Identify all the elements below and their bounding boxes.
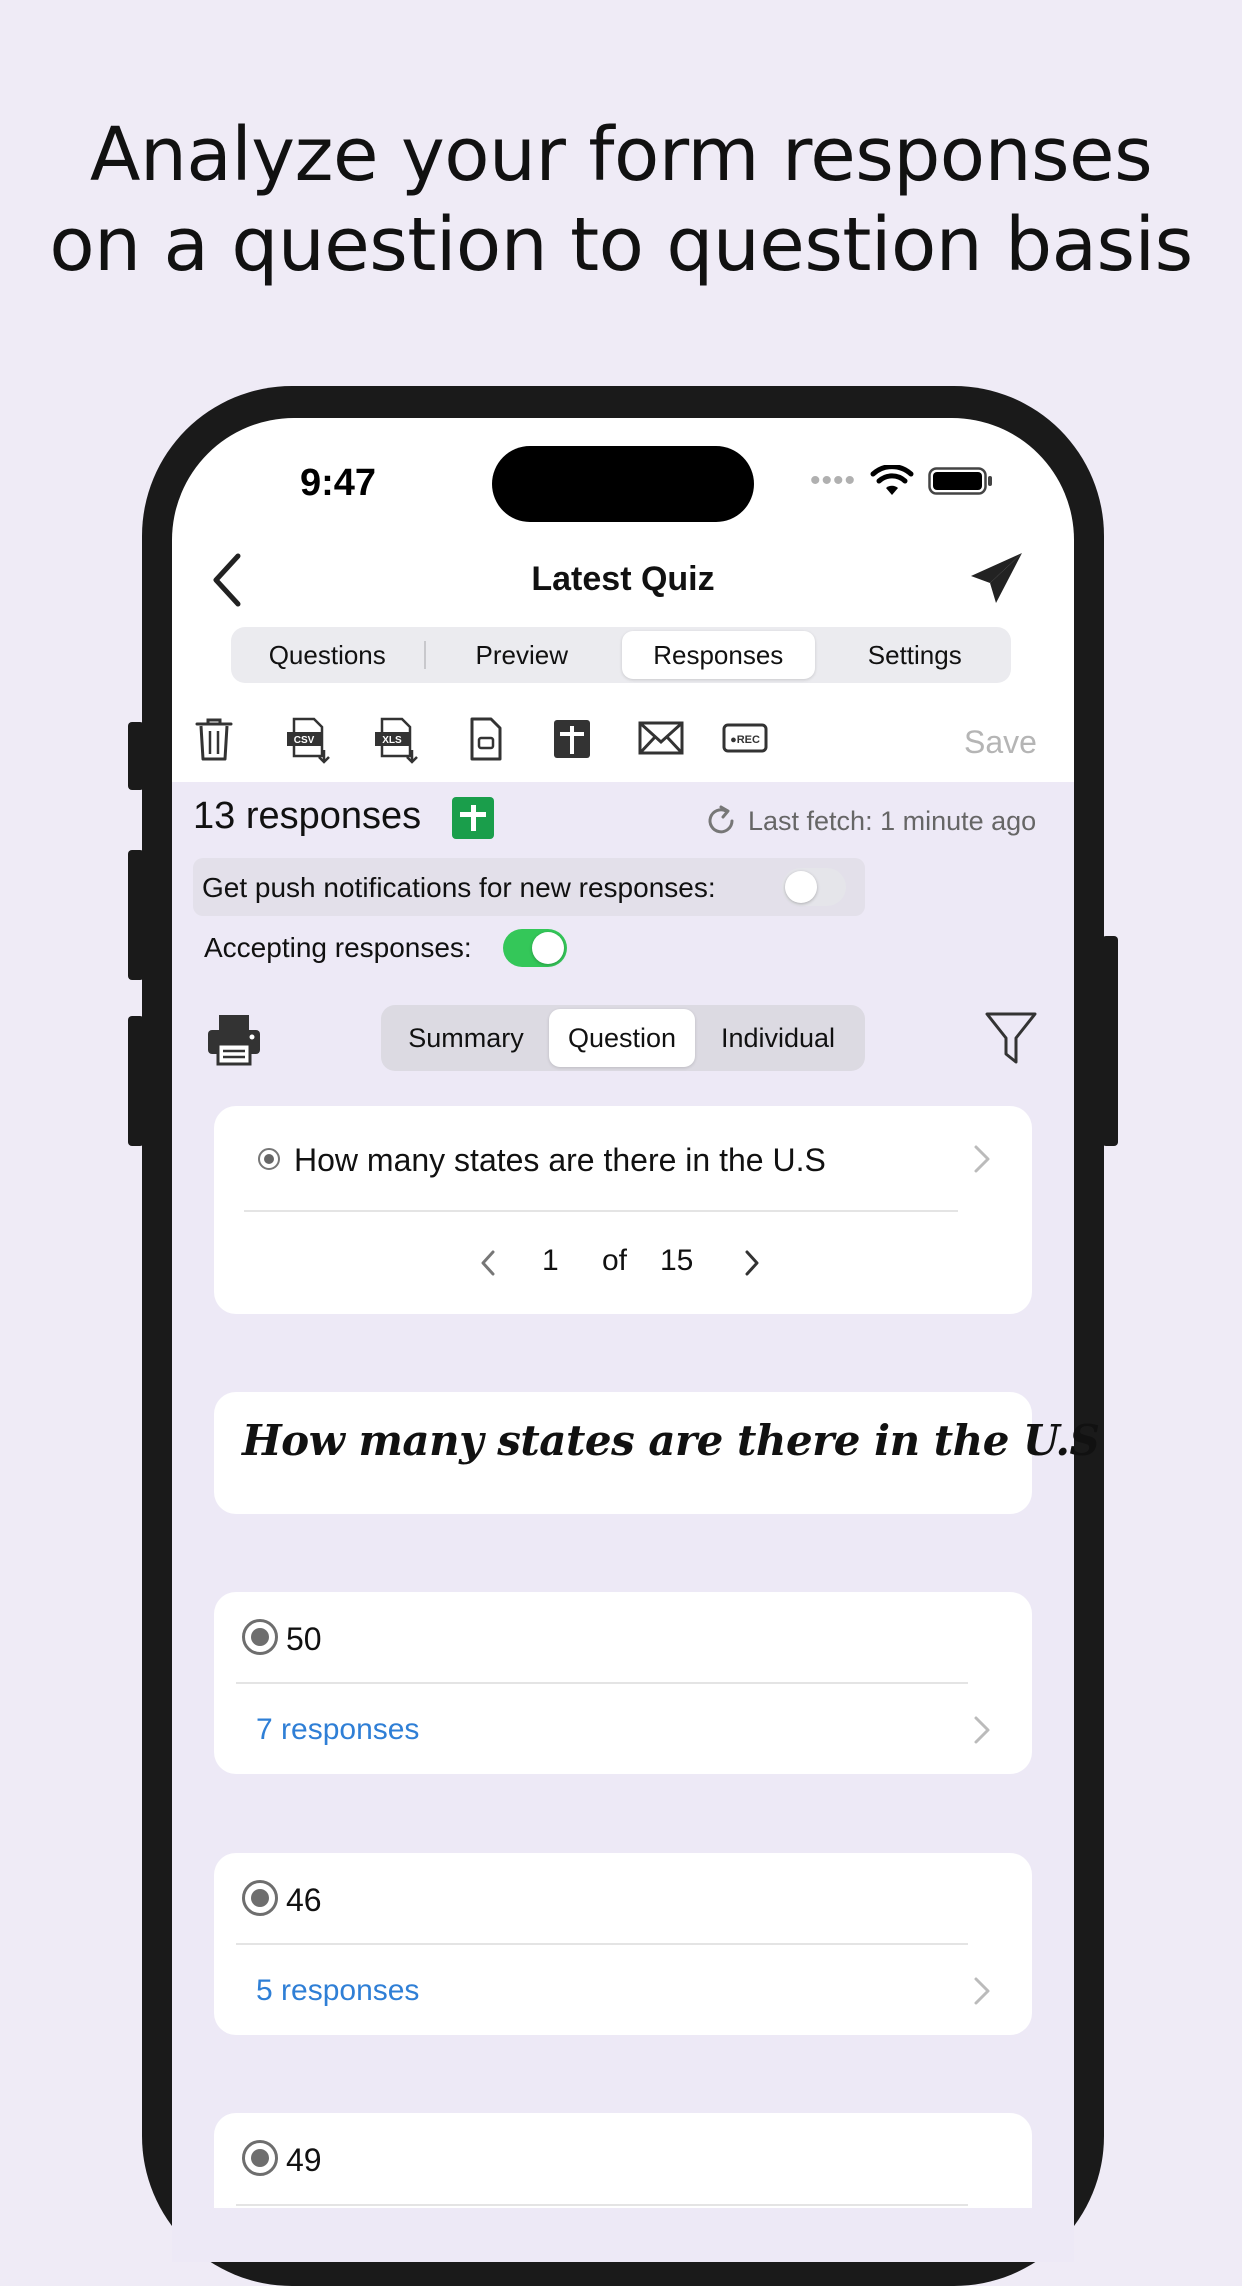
sheets-icon[interactable] bbox=[552, 716, 592, 762]
option-divider bbox=[236, 1943, 968, 1945]
top-tabs: Questions Preview Responses Settings bbox=[231, 627, 1011, 683]
csv-export-icon[interactable]: CSV bbox=[286, 716, 332, 764]
toggle-knob bbox=[532, 932, 564, 964]
xls-export-icon[interactable]: XLS bbox=[374, 716, 420, 764]
tab-settings[interactable]: Settings bbox=[819, 631, 1012, 679]
responses-toolbar: CSV XLS ●REC bbox=[190, 712, 1050, 768]
status-time: 9:47 bbox=[300, 462, 377, 504]
option-divider bbox=[236, 1682, 968, 1684]
battery-icon bbox=[928, 467, 993, 495]
page-current: 1 bbox=[542, 1244, 559, 1277]
headline-line-2: on a question to question basis bbox=[49, 202, 1193, 288]
toggle-knob bbox=[785, 871, 817, 903]
power-button bbox=[1102, 936, 1118, 1146]
view-tabs: Summary Question Individual bbox=[381, 1005, 865, 1071]
record-icon[interactable]: ●REC bbox=[722, 722, 768, 754]
chevron-right-icon[interactable] bbox=[972, 1143, 992, 1175]
document-icon[interactable] bbox=[468, 716, 504, 762]
option-card bbox=[214, 2113, 1032, 2208]
form-title: Latest Quiz bbox=[531, 560, 715, 598]
accepting-responses-toggle[interactable] bbox=[503, 929, 567, 967]
option-value: 50 bbox=[286, 1621, 322, 1657]
volume-down-button bbox=[128, 1016, 144, 1146]
send-paperplane-icon[interactable] bbox=[968, 550, 1026, 606]
back-chevron-icon[interactable] bbox=[210, 552, 246, 608]
refresh-icon[interactable] bbox=[704, 804, 738, 838]
option-responses-link[interactable]: 7 responses bbox=[256, 1713, 419, 1747]
trash-icon[interactable] bbox=[194, 716, 234, 762]
previous-question-icon[interactable] bbox=[478, 1248, 498, 1278]
option-divider bbox=[236, 2204, 968, 2206]
dynamic-island bbox=[492, 446, 754, 522]
picker-question-text[interactable]: How many states are there in the U.S bbox=[294, 1142, 826, 1179]
radio-type-icon bbox=[258, 1148, 280, 1170]
option-value: 49 bbox=[286, 2142, 322, 2178]
push-notification-toggle[interactable] bbox=[782, 868, 846, 906]
xls-label: XLS bbox=[382, 735, 402, 746]
volume-up-button bbox=[128, 850, 144, 980]
question-heading: How many states are there in the U.S bbox=[242, 1416, 1100, 1465]
next-question-icon[interactable] bbox=[742, 1248, 762, 1278]
tab-preview[interactable]: Preview bbox=[426, 631, 619, 679]
filter-icon[interactable] bbox=[984, 1010, 1038, 1066]
chevron-right-icon[interactable] bbox=[972, 1975, 992, 2007]
signal-dots: •••• bbox=[810, 464, 857, 497]
last-fetch[interactable]: Last fetch: 1 minute ago bbox=[704, 804, 1036, 838]
option-responses-link[interactable]: 5 responses bbox=[256, 1974, 419, 2008]
option-value: 46 bbox=[286, 1882, 322, 1918]
tab-summary[interactable]: Summary bbox=[383, 1009, 549, 1067]
printer-icon[interactable] bbox=[206, 1012, 262, 1066]
last-fetch-label: Last fetch: 1 minute ago bbox=[748, 805, 1037, 836]
radio-option-icon bbox=[242, 2140, 278, 2176]
page-of: of bbox=[602, 1244, 628, 1277]
google-sheets-icon[interactable] bbox=[452, 797, 494, 839]
tab-question[interactable]: Question bbox=[549, 1009, 695, 1067]
radio-option-icon bbox=[242, 1880, 278, 1916]
picker-divider bbox=[244, 1210, 958, 1212]
mail-icon[interactable] bbox=[638, 720, 684, 756]
save-button[interactable]: Save bbox=[964, 724, 1037, 761]
rec-label: ●REC bbox=[730, 734, 760, 746]
headline-line-1: Analyze your form responses bbox=[89, 112, 1153, 198]
tab-questions[interactable]: Questions bbox=[231, 631, 424, 679]
response-count: 13 responses bbox=[193, 795, 422, 837]
accepting-responses-label: Accepting responses: bbox=[204, 932, 472, 963]
marketing-headline: Analyze your form responses on a questio… bbox=[0, 110, 1242, 290]
push-notification-label: Get push notifications for new responses… bbox=[202, 872, 716, 903]
wifi-icon bbox=[870, 465, 914, 495]
chevron-right-icon[interactable] bbox=[972, 1714, 992, 1746]
action-button bbox=[128, 722, 144, 790]
csv-label: CSV bbox=[294, 735, 315, 746]
radio-option-icon bbox=[242, 1619, 278, 1655]
tab-individual[interactable]: Individual bbox=[695, 1009, 861, 1067]
status-indicators: •••• bbox=[810, 464, 994, 498]
nav-bar: Latest Quiz bbox=[172, 548, 1074, 612]
page-total: 15 bbox=[660, 1244, 694, 1277]
tab-responses[interactable]: Responses bbox=[622, 631, 815, 679]
responses-panel bbox=[172, 782, 1074, 2262]
